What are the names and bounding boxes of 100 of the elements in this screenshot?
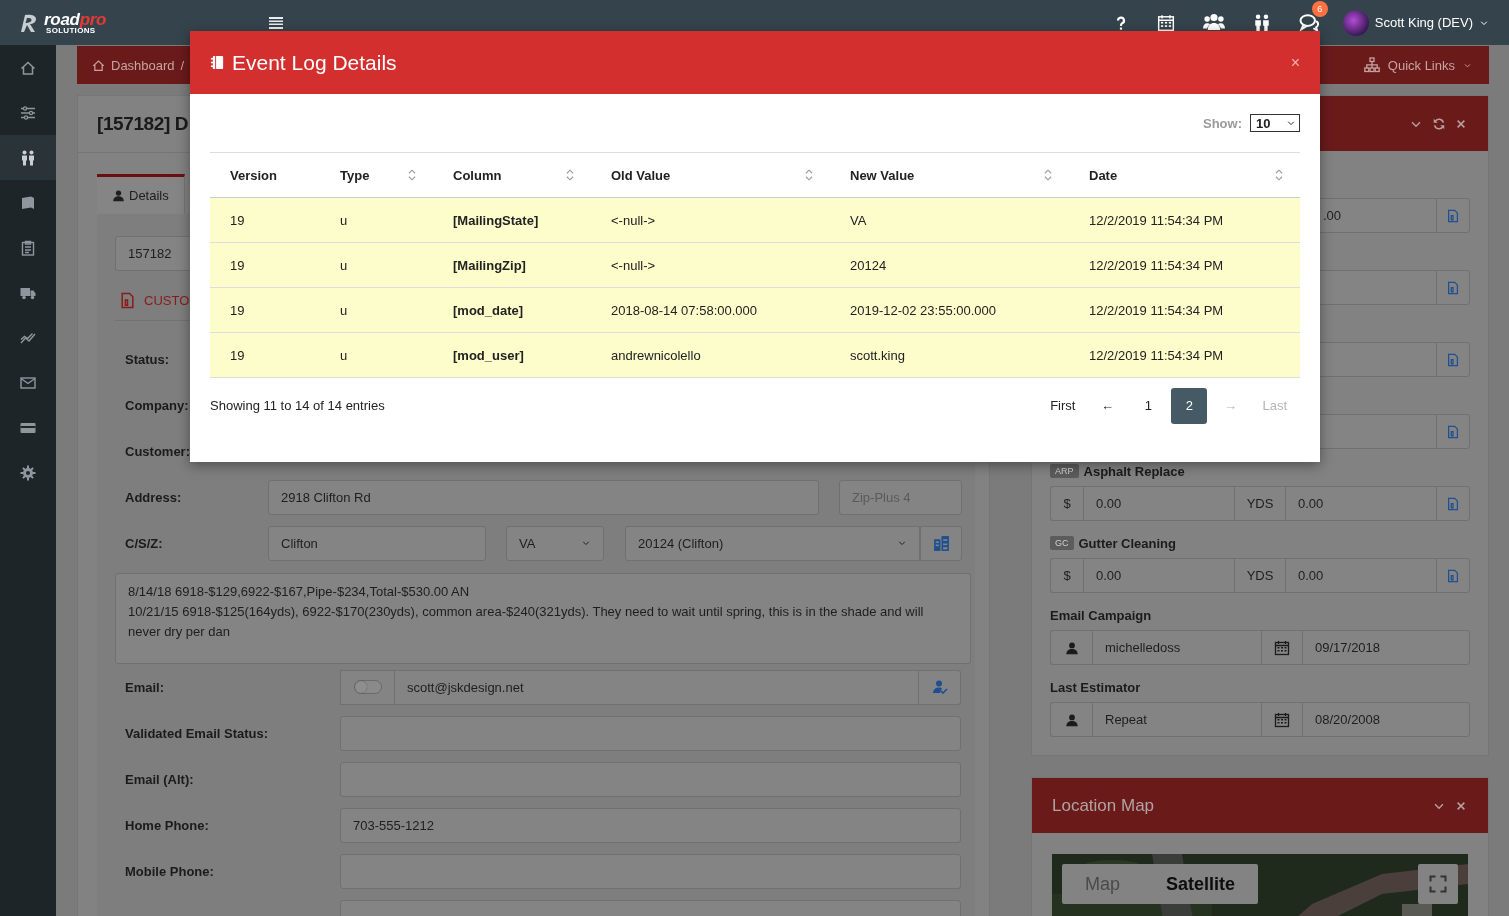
column-header[interactable]: Column [433, 152, 591, 198]
calendar-icon [1274, 639, 1290, 656]
people-icon [20, 149, 36, 166]
breadcrumb-link[interactable]: Dashboard [111, 57, 175, 73]
table-cell: u [320, 332, 433, 378]
table-cell: 2018-08-14 07:58:00.000 [591, 287, 830, 333]
street-field[interactable]: 2918 Clifton Rd [268, 479, 819, 515]
mail-icon [20, 374, 36, 391]
field-label: Mobile Phone: [125, 863, 214, 879]
user-field[interactable]: michelledoss [1092, 630, 1261, 665]
table-cell: 12/2/2019 11:54:34 PM [1069, 287, 1300, 333]
calendar-icon [1274, 711, 1290, 728]
avatar [1342, 9, 1369, 36]
service-name: Gutter Cleaning [1078, 535, 1176, 551]
document-icon [1446, 352, 1460, 367]
column-header[interactable]: Date [1069, 152, 1300, 198]
price-field[interactable]: 0.00 [1083, 558, 1234, 593]
table-cell: <-null-> [591, 242, 830, 288]
price-field[interactable]: 0.00 [1083, 486, 1234, 521]
user-icon [1064, 640, 1079, 655]
date-field[interactable]: 09/17/2018 [1302, 630, 1470, 665]
state-select[interactable]: VA [506, 525, 604, 561]
logo[interactable]: roadpro SOLUTIONS [18, 10, 268, 35]
pagination-link[interactable]: 1 [1130, 387, 1167, 424]
fullscreen-icon [1428, 874, 1448, 894]
quantity-field[interactable]: 0.00 [1285, 486, 1436, 521]
unit-addon: YDS [1234, 486, 1285, 521]
column-header[interactable]: Old Value [591, 152, 830, 198]
table-cell: 12/2/2019 11:54:34 PM [1069, 197, 1300, 243]
date-field[interactable]: 08/20/2008 [1302, 702, 1470, 737]
map-type-button[interactable]: Satellite [1143, 864, 1259, 904]
email-field[interactable]: scott@jskdesign.net [395, 669, 919, 705]
column-header[interactable]: Type [320, 152, 433, 198]
field-label: C/S/Z: [125, 535, 163, 551]
quantity-field[interactable]: 0.00 [1285, 558, 1436, 593]
chat-icon[interactable] [1298, 12, 1319, 33]
text-field[interactable]: 703-555-1212 [340, 807, 961, 843]
menu-icon[interactable] [268, 14, 284, 31]
column-header[interactable]: New Value [830, 152, 1069, 198]
table-cell: u [320, 242, 433, 288]
show-label: Show: [1203, 115, 1242, 131]
document-icon [119, 292, 136, 309]
column-header: Version [210, 152, 320, 198]
card-title: Location Map [1052, 795, 1155, 816]
table-cell: andrewnicolello [591, 332, 830, 378]
refresh-icon[interactable] [1432, 116, 1446, 131]
city-field[interactable]: Clifton [268, 525, 486, 561]
zip-select[interactable]: 20124 (Clifton) [625, 525, 920, 561]
close-button[interactable]: × [1290, 53, 1300, 72]
quick-links-menu[interactable]: Quick Links [1387, 57, 1455, 73]
pagination-link[interactable]: 2 [1171, 387, 1208, 424]
table-cell: u [320, 197, 433, 243]
map-type-button[interactable]: Map [1062, 864, 1143, 904]
table-cell: 19 [210, 287, 320, 333]
table-cell: 12/2/2019 11:54:34 PM [1069, 332, 1300, 378]
table-cell: 12/2/2019 11:54:34 PM [1069, 242, 1300, 288]
home-icon [92, 58, 105, 72]
entries-summary: Showing 11 to 14 of 14 entries [210, 398, 385, 413]
user-menu[interactable]: Scott King (DEV) [1342, 9, 1489, 36]
table-cell: [MailingState] [433, 197, 591, 243]
calendar-button[interactable] [1261, 630, 1302, 665]
people-icon[interactable] [1252, 13, 1271, 32]
notebook-icon [210, 55, 225, 70]
field-label: Email (Alt): [125, 771, 194, 787]
tab[interactable]: Details [97, 174, 185, 214]
pagination-link[interactable]: ← [1089, 387, 1126, 424]
logo-text: roadpro [44, 10, 107, 28]
field-label: Email: [125, 679, 164, 695]
modal-title: Event Log Details [232, 50, 397, 75]
field-label: Address: [125, 489, 182, 505]
pagination-link[interactable]: First [1041, 387, 1085, 424]
sidebar-item[interactable] [0, 135, 56, 180]
book-icon [20, 194, 36, 211]
fullscreen-button[interactable] [1418, 864, 1458, 904]
table-cell: scott.king [830, 332, 1069, 378]
table-cell: [mod_user] [433, 332, 591, 378]
document-icon [1446, 568, 1460, 583]
document-icon [1446, 280, 1460, 295]
close-icon[interactable] [1455, 117, 1467, 130]
calendar-icon[interactable] [1156, 13, 1175, 32]
table-cell: u [320, 287, 433, 333]
service-code-tag: GC [1050, 536, 1074, 550]
toggle-switch[interactable] [353, 680, 382, 694]
calendar-button[interactable] [1261, 702, 1302, 737]
sliders-icon [20, 104, 36, 121]
table-cell: 19 [210, 332, 320, 378]
close-icon[interactable] [1455, 799, 1467, 812]
service-name: Asphalt Replace [1083, 463, 1185, 479]
section-link[interactable]: CUSTO [144, 293, 190, 308]
chevron-down-icon [581, 538, 591, 548]
user-field[interactable]: Repeat [1092, 702, 1261, 737]
notes-field[interactable]: 8/14/18 6918-$129,6922-$167,Pipe-$234,Total-$530.00 AN 10/21/15 6918-$125(164yds), 6922-$170(230yds), common area-$240(321yds). They need to wait until spring, this is in the shade and will never dry per dan [115, 573, 971, 664]
field-label: Last Estimator [1050, 679, 1141, 695]
field-label: Status: [125, 351, 170, 367]
breadcrumb-separator: / [180, 57, 185, 73]
chevron-down-icon [897, 538, 907, 548]
home-icon [20, 59, 36, 76]
page-size-select[interactable]: 10 [1250, 114, 1300, 132]
table-cell: [mod_date] [433, 287, 591, 333]
table-cell: 2019-12-02 23:55:00.000 [830, 287, 1069, 333]
